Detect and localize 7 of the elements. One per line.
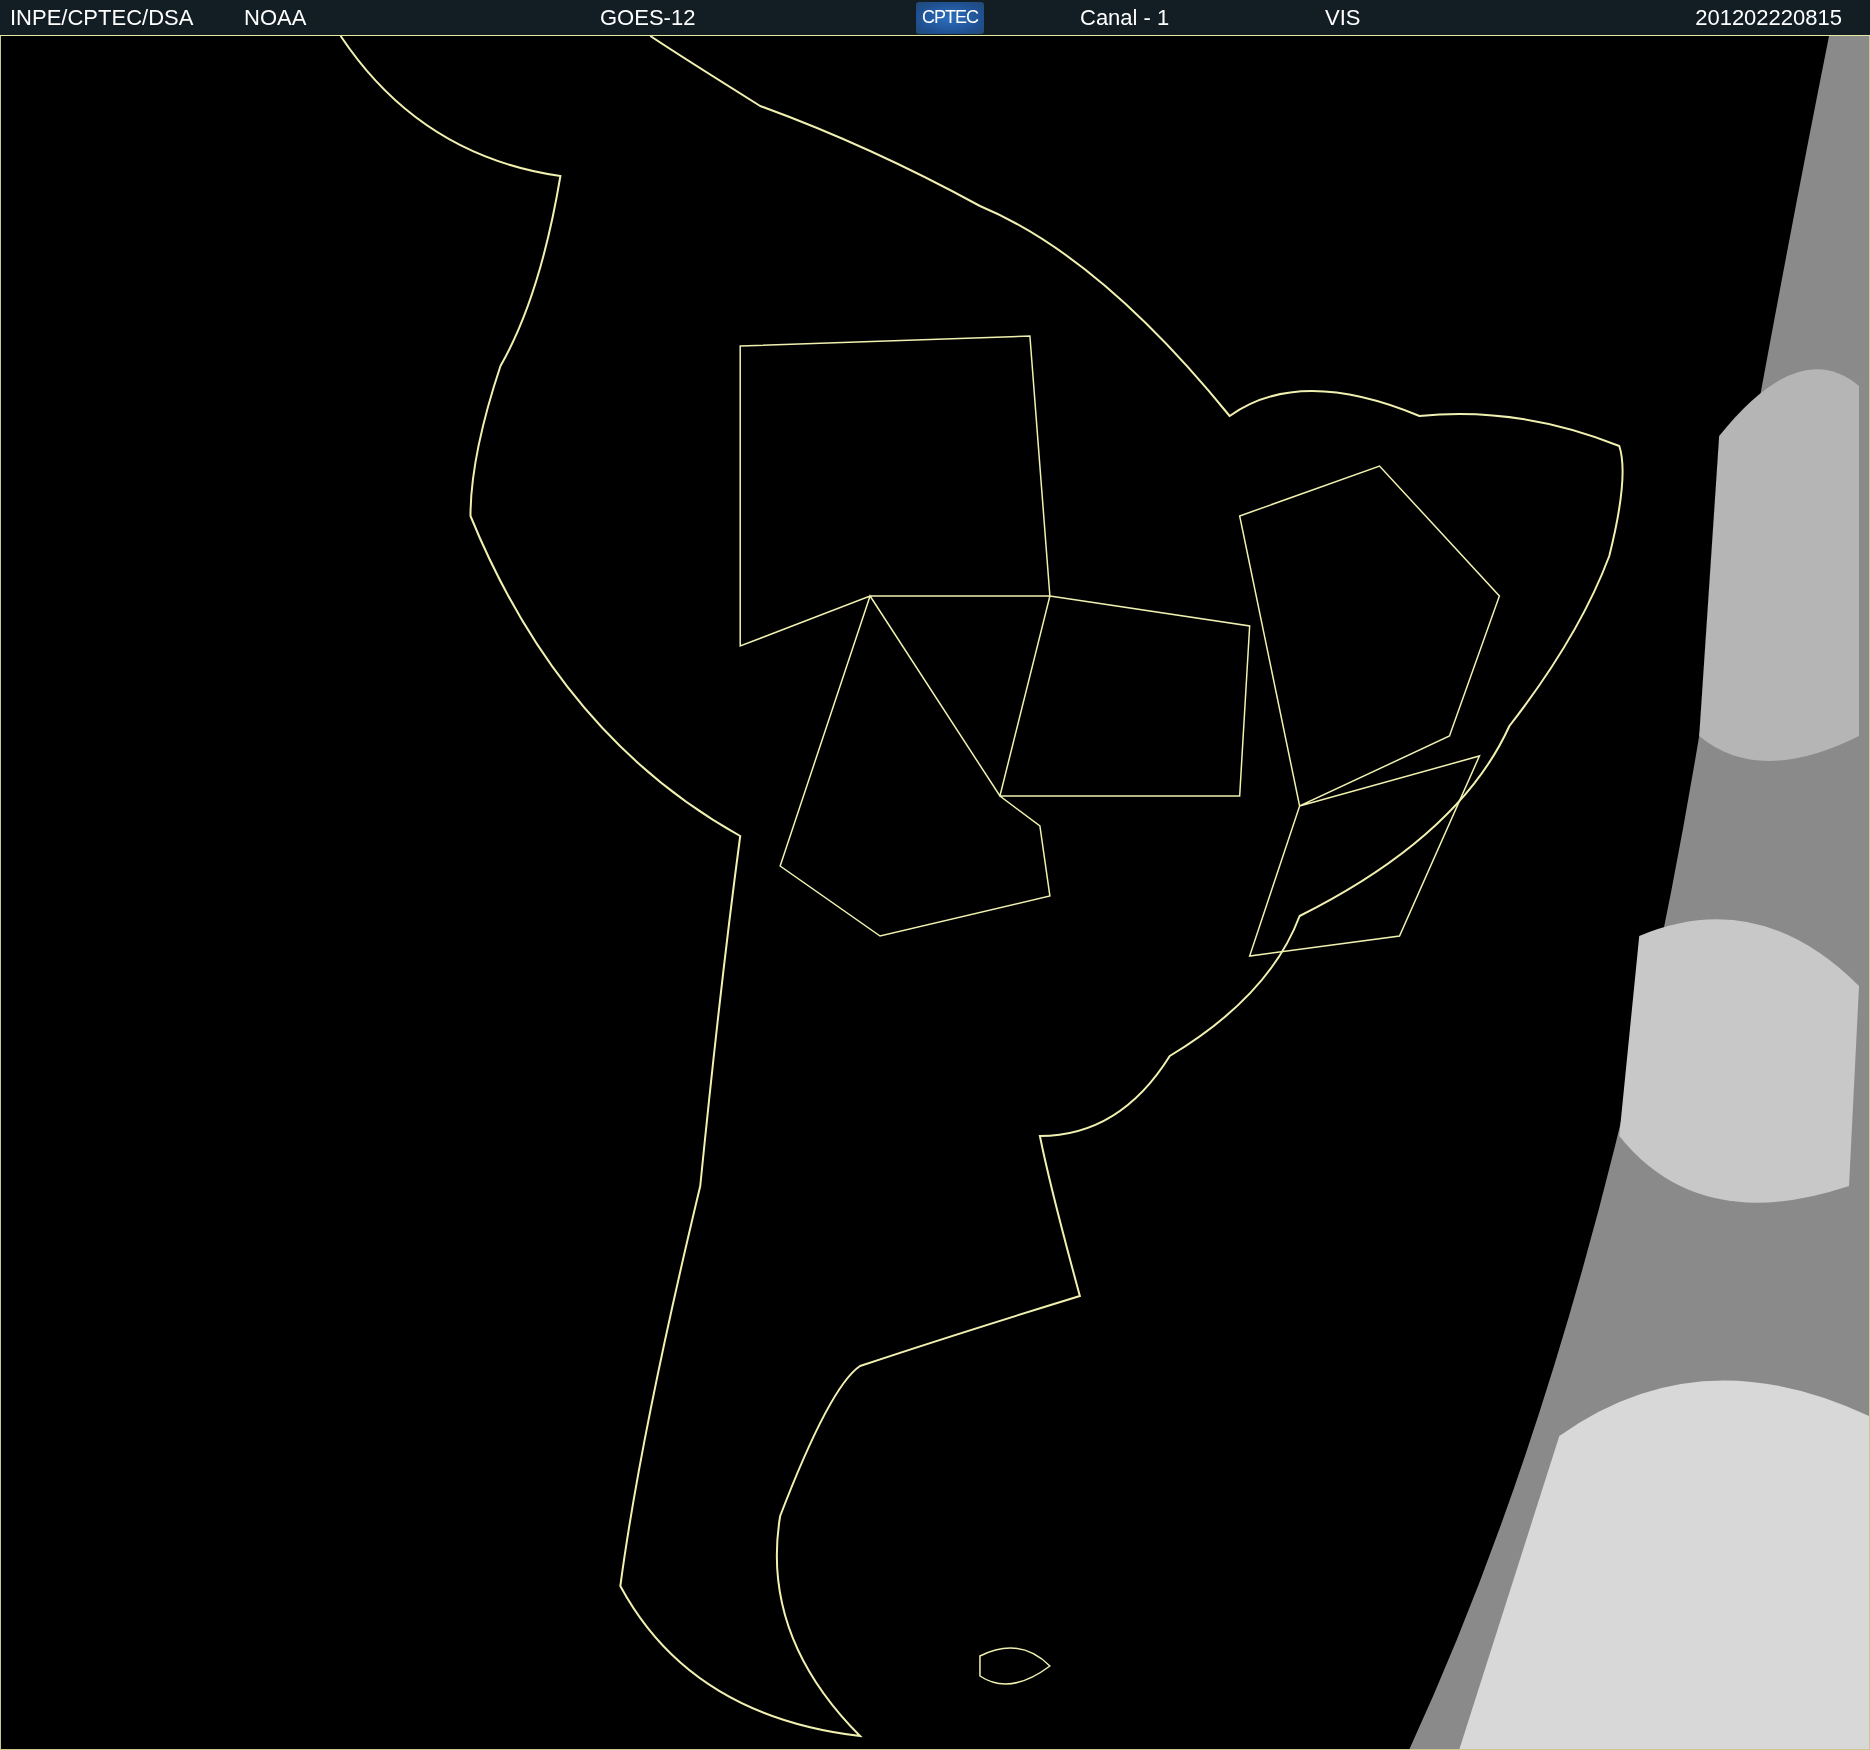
satellite-label: GOES-12 <box>600 4 696 31</box>
logo-badge: CPTEC <box>916 1 984 34</box>
band-label: VIS <box>1325 4 1361 31</box>
source-label: INPE/CPTEC/DSA <box>10 4 194 31</box>
timestamp-label: 201202220815 <box>1695 4 1842 31</box>
agency-label: NOAA <box>244 4 307 31</box>
channel-label: Canal - 1 <box>1080 4 1170 31</box>
